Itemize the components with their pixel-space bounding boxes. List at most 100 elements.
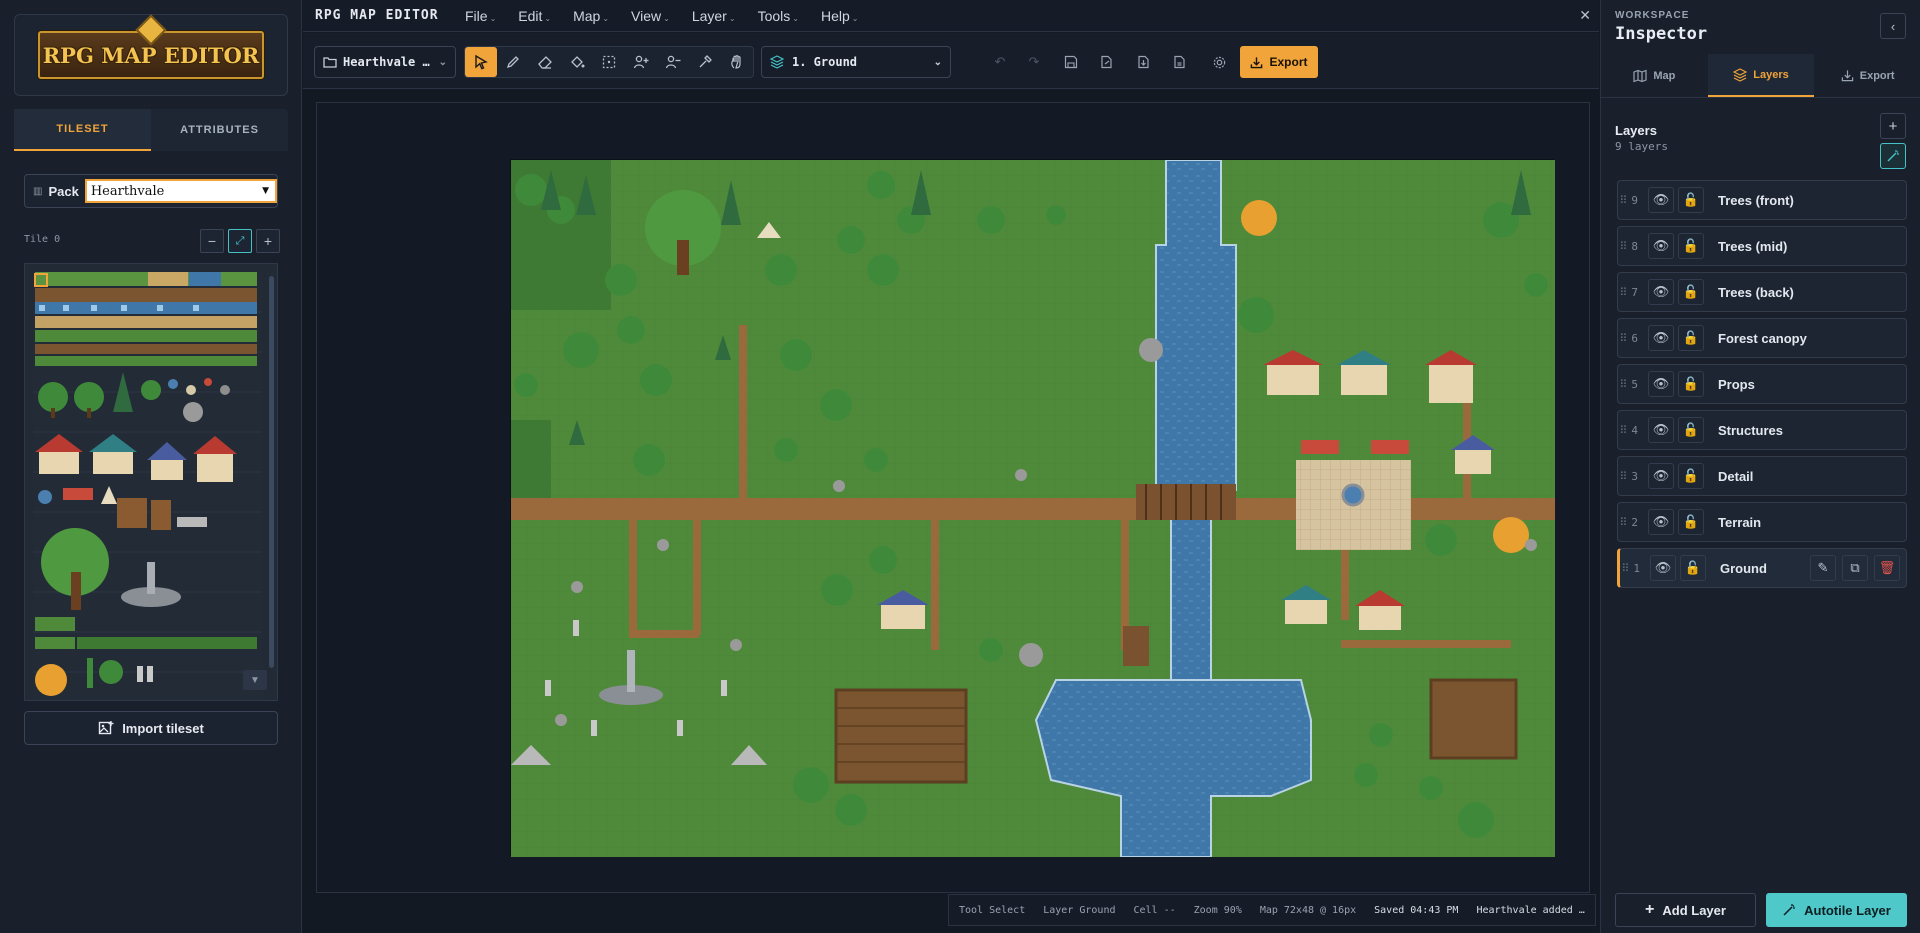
import-tileset-button[interactable]: Import tileset [24,711,278,745]
menu-tools[interactable]: Tools ⌄ [758,8,799,24]
drag-handle-icon[interactable]: ⠿ [1619,516,1627,529]
layer-row-trees-mid[interactable]: ⠿ 8 👁 🔓 Trees (mid) [1617,226,1907,266]
visibility-toggle[interactable]: 👁 [1648,279,1674,305]
drag-handle-icon[interactable]: ⠿ [1619,470,1627,483]
tab-map[interactable]: Map [1601,54,1708,97]
pack-icon: ▥ [33,185,43,197]
pack-select[interactable]: Hearthvale ▼ [84,179,277,203]
map-canvas[interactable] [510,159,1555,857]
drag-handle-icon[interactable]: ⠿ [1619,194,1627,207]
layer-row-detail[interactable]: ⠿ 3 👁 🔓 Detail [1617,456,1907,496]
delete-layer-button[interactable]: 🗑 [1874,555,1900,581]
autotile-icon-button[interactable] [1880,143,1906,169]
visibility-toggle[interactable]: 👁 [1648,187,1674,213]
tileset-scrollbar[interactable] [269,276,274,668]
visibility-toggle[interactable]: 👁 [1648,463,1674,489]
export-file-button[interactable] [1168,50,1192,74]
lock-toggle[interactable]: 🔓 [1680,555,1706,581]
layer-name: Detail [1718,468,1754,484]
zoom-out-button[interactable]: − [200,229,224,253]
select-tool[interactable] [465,47,497,77]
tab-layers[interactable]: Layers [1707,54,1815,97]
layer-row-trees-back[interactable]: ⠿ 7 👁 🔓 Trees (back) [1617,272,1907,312]
rect-select-tool[interactable] [593,47,625,77]
remove-npc-tool[interactable] [657,47,689,77]
layer-row-structures[interactable]: ⠿ 4 👁 🔓 Structures [1617,410,1907,450]
logo: RPG MAP EDITOR [38,14,264,79]
drag-handle-icon[interactable]: ⠿ [1621,562,1629,575]
lock-toggle[interactable]: 🔓 [1678,233,1704,259]
menu-view[interactable]: View ⌄ [631,8,670,24]
drag-handle-icon[interactable]: ⠿ [1619,378,1627,391]
project-select[interactable]: Hearthvale … ⌄ [314,46,456,78]
visibility-toggle[interactable]: 👁 [1648,509,1674,535]
tileset-image[interactable] [33,272,262,701]
menu-map[interactable]: Map ⌄ [573,8,609,24]
tab-export[interactable]: Export [1814,54,1920,97]
tab-attributes[interactable]: ATTRIBUTES [151,109,288,151]
layer-name: Trees (back) [1718,284,1794,300]
map-render[interactable] [511,160,1555,857]
eyedropper-tool[interactable] [689,47,721,77]
menu-layer[interactable]: Layer ⌄ [692,8,736,24]
lock-toggle[interactable]: 🔓 [1678,187,1704,213]
save-as-button[interactable] [1095,50,1119,74]
logo-gem-icon [135,14,167,46]
menu-edit[interactable]: Edit ⌄ [518,8,551,24]
lock-toggle[interactable]: 🔓 [1678,463,1704,489]
status-tool: Tool Select [959,904,1026,916]
lock-toggle[interactable]: 🔓 [1678,509,1704,535]
scroll-down-icon[interactable]: ▼ [243,670,267,690]
drag-handle-icon[interactable]: ⠿ [1619,240,1627,253]
gear-icon [1213,56,1225,68]
fit-button[interactable]: ⤢ [228,229,252,253]
fill-tool[interactable] [561,47,593,77]
lock-toggle[interactable]: 🔓 [1678,325,1704,351]
add-layer-icon-button[interactable]: + [1880,113,1906,139]
lock-toggle[interactable]: 🔓 [1678,417,1704,443]
layer-row-props[interactable]: ⠿ 5 👁 🔓 Props [1617,364,1907,404]
lock-icon: 🔓 [1684,560,1702,575]
layer-select[interactable]: 1. Ground ⌄ [761,46,951,78]
settings-button[interactable] [1207,50,1231,74]
tileset-sheet[interactable]: ▼ [24,263,278,701]
rename-layer-button[interactable]: ✎ [1810,555,1836,581]
import-file-button[interactable] [1132,50,1156,74]
tab-tileset[interactable]: TILESET [14,109,151,151]
visibility-toggle[interactable]: 👁 [1650,555,1676,581]
add-npc-tool[interactable] [625,47,657,77]
zoom-in-button[interactable]: + [256,229,280,253]
redo-button[interactable]: ↷ [1022,50,1046,74]
visibility-toggle[interactable]: 👁 [1648,233,1674,259]
menu-help[interactable]: Help ⌄ [821,8,859,24]
visibility-toggle[interactable]: 👁 [1648,371,1674,397]
lock-toggle[interactable]: 🔓 [1678,371,1704,397]
eraser-tool[interactable] [529,47,561,77]
add-layer-button[interactable]: + Add Layer [1615,893,1756,927]
collapse-panel-button[interactable]: ‹ [1880,13,1906,39]
layer-row-trees-front[interactable]: ⠿ 9 👁 🔓 Trees (front) [1617,180,1907,220]
menu-tools-label: Tools [757,7,791,24]
plus-icon: + [263,233,273,249]
pan-tool[interactable] [721,47,753,77]
layer-number: ⠿ 4 [1618,424,1644,437]
save-button[interactable] [1059,50,1083,74]
lock-toggle[interactable]: 🔓 [1678,279,1704,305]
pencil-tool[interactable] [497,47,529,77]
duplicate-layer-button[interactable]: ⧉ [1842,555,1868,581]
export-button[interactable]: Export [1240,46,1318,78]
drag-handle-icon[interactable]: ⠿ [1619,332,1627,345]
undo-button[interactable]: ↶ [988,50,1012,74]
layer-row-terrain[interactable]: ⠿ 2 👁 🔓 Terrain [1617,502,1907,542]
menu-file[interactable]: File ⌄ [465,8,496,24]
autotile-layer-button[interactable]: Autotile Layer [1766,893,1907,927]
status-message: Hearthvale added … [1476,904,1585,916]
layer-row-forest-canopy[interactable]: ⠿ 6 👁 🔓 Forest canopy [1617,318,1907,358]
layer-row-ground[interactable]: ⠿ 1 👁 🔓 Ground ✎ ⧉ 🗑 [1617,548,1907,588]
visibility-toggle[interactable]: 👁 [1648,417,1674,443]
close-icon[interactable]: ✕ [1579,7,1591,24]
visibility-toggle[interactable]: 👁 [1648,325,1674,351]
lock-icon: 🔓 [1682,238,1700,253]
drag-handle-icon[interactable]: ⠿ [1619,286,1627,299]
drag-handle-icon[interactable]: ⠿ [1619,424,1627,437]
